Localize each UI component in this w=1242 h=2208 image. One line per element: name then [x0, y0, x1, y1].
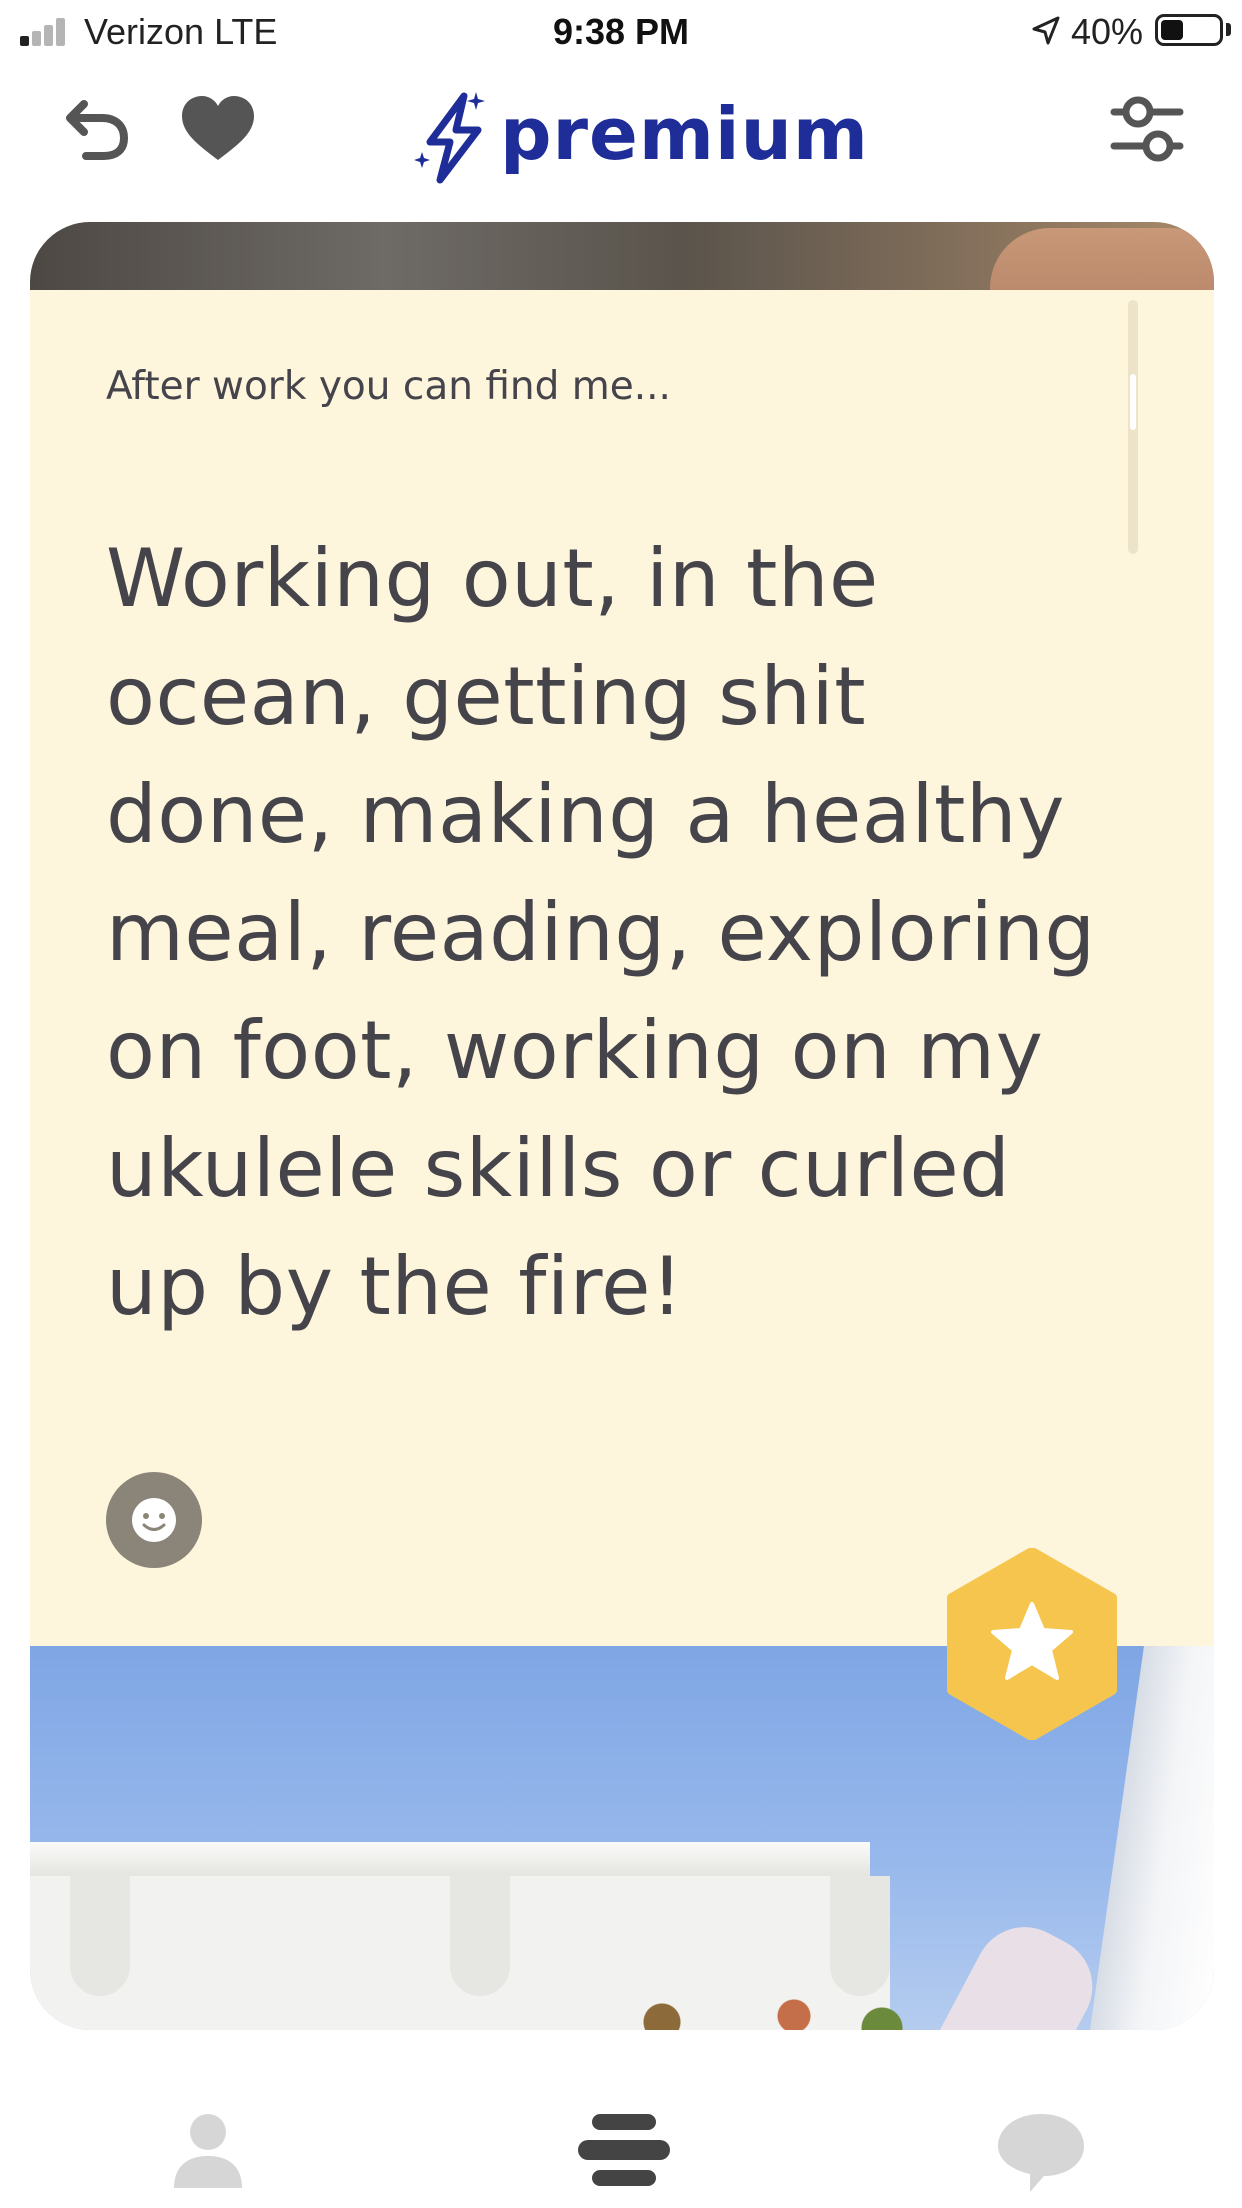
- profile-card[interactable]: After work you can find me... Working ou…: [30, 222, 1214, 2030]
- battery-cap: [1226, 23, 1231, 36]
- top-nav-bar: premium: [0, 62, 1242, 222]
- status-bar: Verizon LTE 9:38 PM 40%: [0, 0, 1242, 62]
- prompt-answer-line: done, making a healthy: [106, 768, 1065, 861]
- location-arrow-icon: [1032, 16, 1060, 45]
- prompt-answer-line: ukulele skills or curled: [106, 1122, 1011, 1215]
- prompt-question: After work you can find me...: [106, 364, 671, 409]
- prompt-panel[interactable]: After work you can find me... Working ou…: [30, 290, 1214, 1646]
- profile-icon[interactable]: [170, 2110, 246, 2190]
- scroll-thumb[interactable]: [1130, 374, 1136, 430]
- bottom-tab-bar: [0, 2080, 1242, 2208]
- photo-bracket: [450, 1876, 510, 1996]
- premium-label: premium: [500, 92, 869, 176]
- photo-bracket: [830, 1876, 890, 1996]
- react-button[interactable]: [106, 1472, 202, 1568]
- prompt-answer-line: ocean, getting shit: [106, 650, 867, 743]
- prompt-answer: Working out, in the ocean, getting shit …: [106, 520, 1146, 1346]
- photo-plants: [530, 1986, 970, 2030]
- superlike-button[interactable]: [942, 1548, 1122, 1740]
- messages-icon[interactable]: [996, 2110, 1086, 2194]
- prompt-answer-line: on foot, working on my: [106, 1004, 1044, 1097]
- undo-icon[interactable]: [60, 92, 132, 164]
- discover-icon[interactable]: [578, 2110, 670, 2190]
- lightning-bolt-icon: [414, 92, 485, 184]
- prompt-answer-line: Working out, in the: [106, 532, 879, 625]
- sliders-icon[interactable]: [1108, 90, 1186, 168]
- premium-logo: premium: [412, 84, 868, 184]
- photo-bracket: [70, 1876, 130, 1996]
- battery-percent: 40%: [1071, 11, 1144, 52]
- prompt-answer-line: meal, reading, exploring: [106, 886, 1096, 979]
- smiley-icon: [132, 1498, 176, 1542]
- profile-photo-top: [30, 222, 1214, 318]
- heart-icon[interactable]: [180, 94, 256, 162]
- battery-icon: [1155, 14, 1223, 46]
- prompt-answer-line: up by the fire!: [106, 1240, 684, 1333]
